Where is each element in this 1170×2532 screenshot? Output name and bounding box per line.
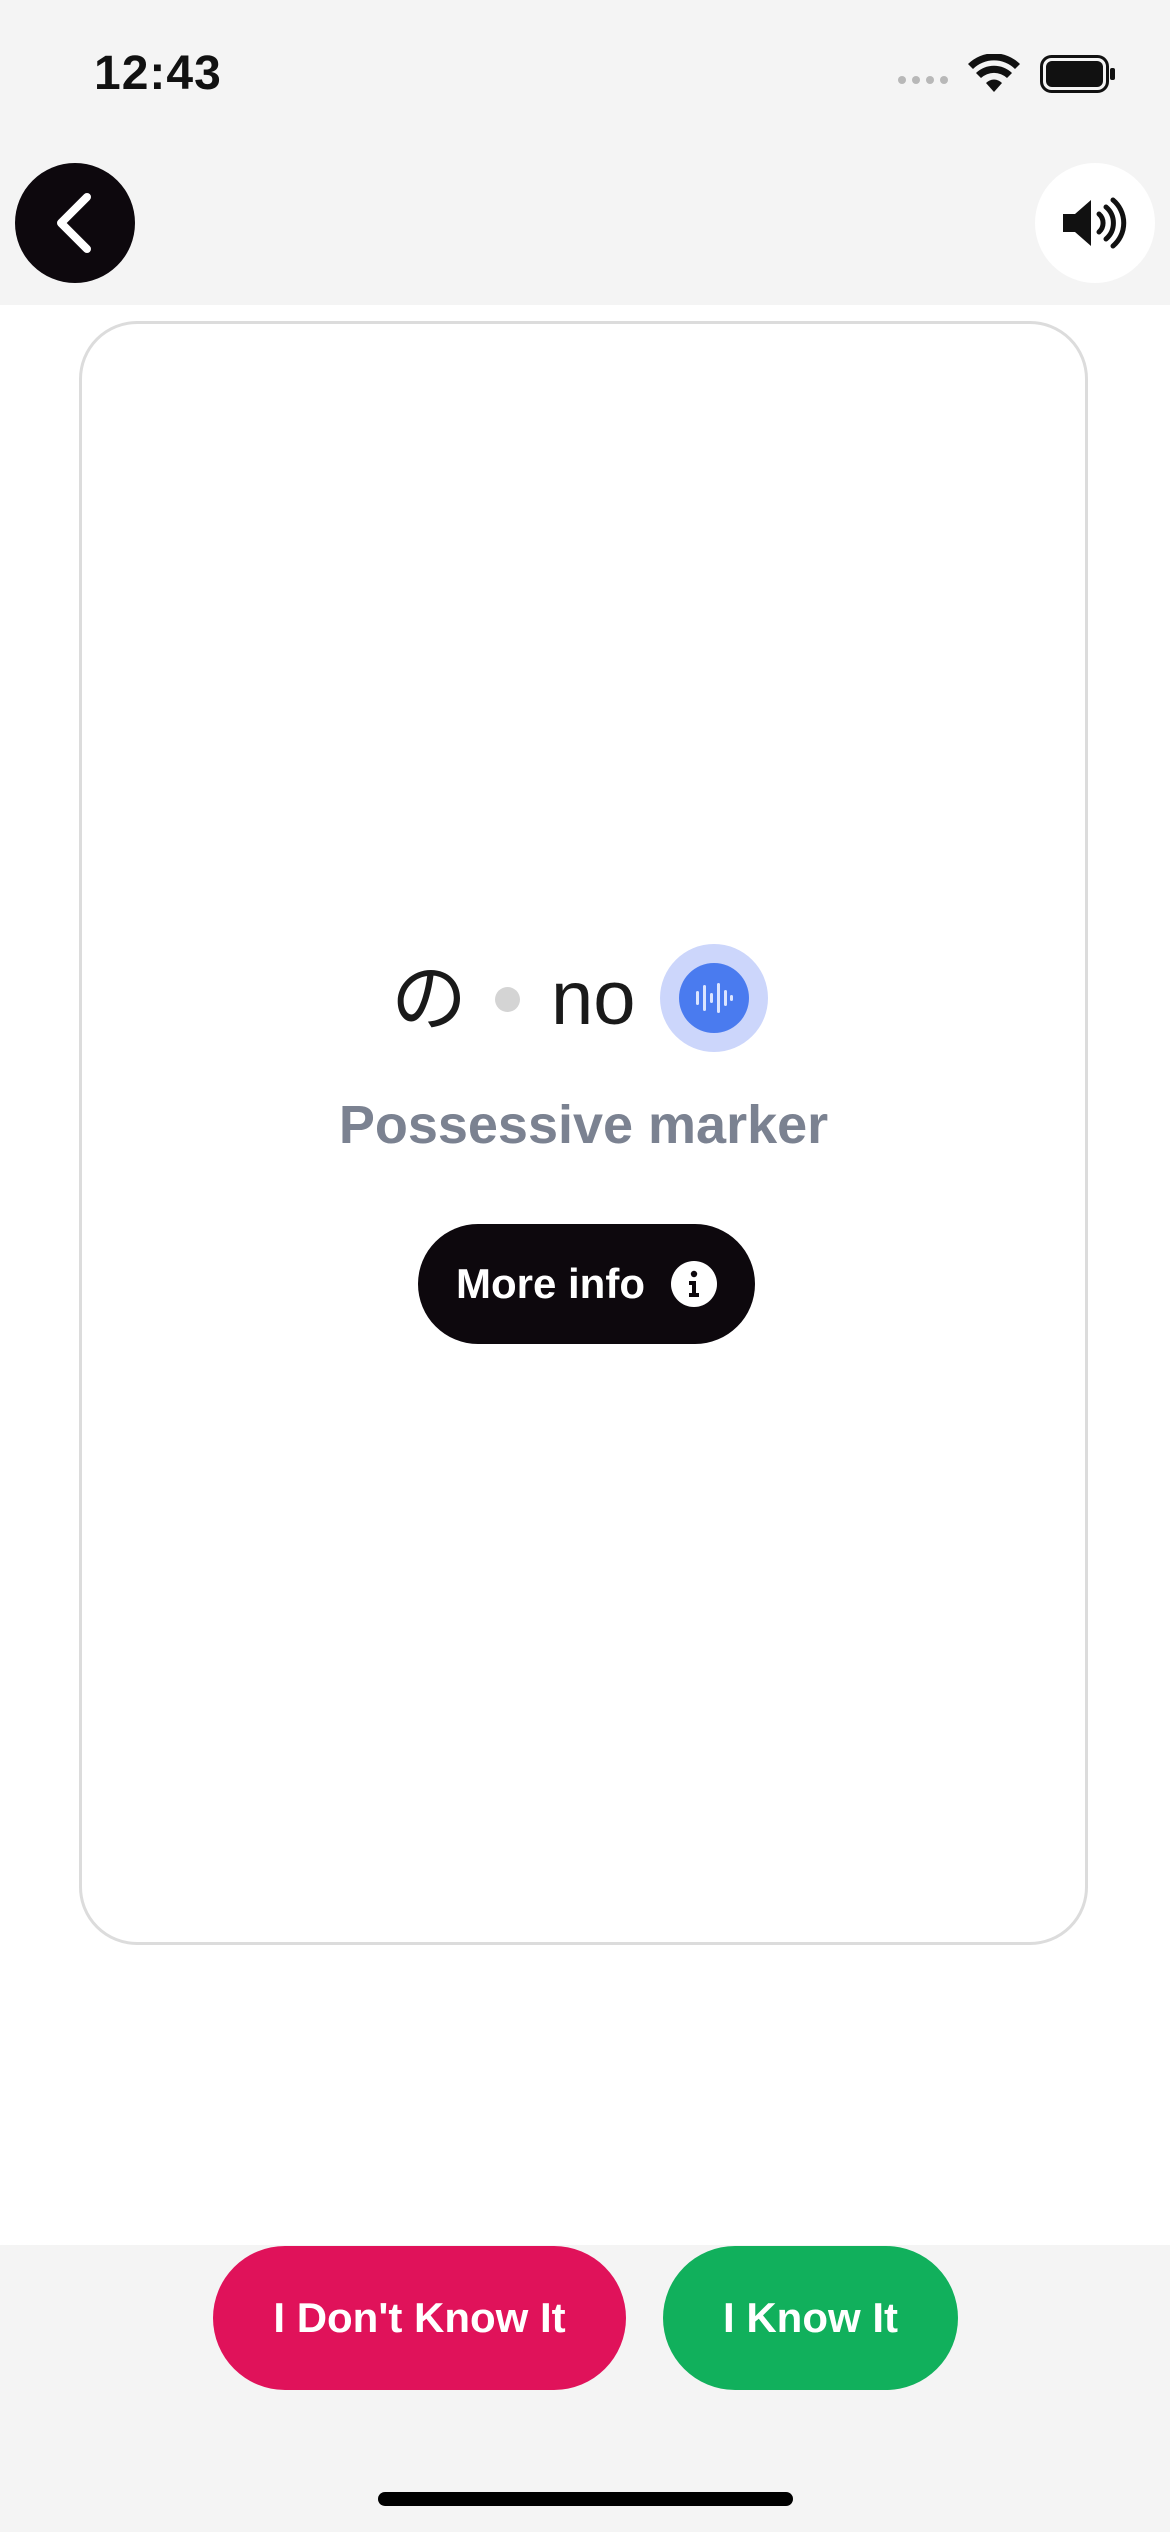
battery-icon bbox=[1040, 55, 1115, 93]
info-icon bbox=[670, 1261, 717, 1307]
more-info-label: More info bbox=[456, 1260, 645, 1307]
cellular-signal-icon bbox=[898, 76, 948, 84]
wifi-icon bbox=[968, 54, 1020, 92]
dont-know-button[interactable]: I Don't Know It bbox=[213, 2246, 626, 2390]
know-button[interactable]: I Know It bbox=[663, 2246, 958, 2390]
kana-text: の bbox=[391, 954, 467, 1043]
back-button[interactable] bbox=[15, 163, 135, 283]
audio-waveform-icon bbox=[679, 963, 749, 1033]
chevron-left-icon bbox=[57, 193, 91, 253]
speaker-volume-icon bbox=[1063, 197, 1127, 249]
separator-dot bbox=[495, 987, 520, 1012]
word-row: の no bbox=[82, 944, 1085, 1054]
meaning-text: Possessive marker bbox=[338, 1095, 829, 1155]
flashcard[interactable]: の no Possessive marker More info bbox=[79, 321, 1088, 1945]
status-icons bbox=[898, 52, 1116, 96]
more-info-button[interactable]: More info bbox=[418, 1224, 755, 1344]
flashcard-screen: 12:43 の no Possessive marker More info I… bbox=[0, 0, 1170, 2532]
status-time: 12:43 bbox=[94, 47, 222, 100]
romaji-text: no bbox=[551, 956, 636, 1041]
play-audio-button[interactable] bbox=[660, 944, 768, 1052]
home-indicator bbox=[378, 2492, 793, 2506]
sound-toggle-button[interactable] bbox=[1035, 163, 1155, 283]
